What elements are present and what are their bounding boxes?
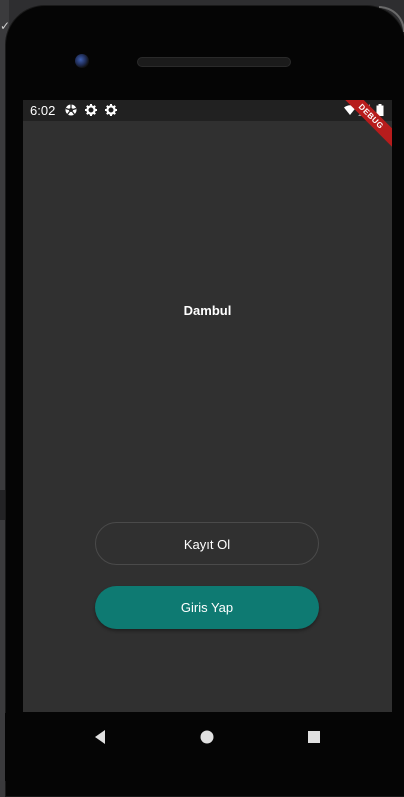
status-bar: 6:02 [23, 100, 392, 121]
gear-icon [85, 104, 97, 116]
device-screen: 6:02 DEBUG Dambul Kayıt Ol Giris Yap [23, 100, 392, 712]
login-button[interactable]: Giris Yap [95, 586, 319, 629]
status-time: 6:02 [30, 103, 56, 118]
camera-icon [75, 54, 89, 68]
gear-icon [105, 104, 117, 116]
navigation-bar [5, 713, 404, 781]
emulator-window: ✓ 6:02 DEBUG Dambul Kayıt Ol Giris Yap [0, 0, 404, 797]
register-button[interactable]: Kayıt Ol [95, 522, 319, 565]
recents-square-icon[interactable] [304, 727, 324, 747]
android-ball-icon [65, 104, 77, 116]
speaker-grille [137, 57, 291, 67]
phone-frame-edge [379, 6, 404, 32]
home-circle-icon[interactable] [197, 727, 217, 747]
app-title: Dambul [183, 303, 232, 318]
back-triangle-icon[interactable] [91, 727, 111, 747]
